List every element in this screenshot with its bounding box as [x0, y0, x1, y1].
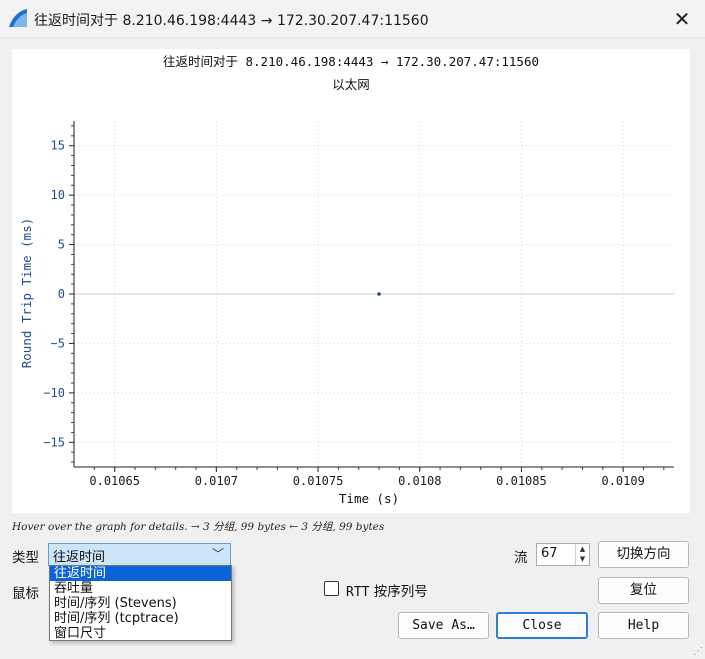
x-tick-label: 0.0108 — [398, 474, 441, 488]
y-tick-label: −5 — [51, 336, 65, 350]
stream-spinbox[interactable]: 67 ▲ ▼ — [536, 543, 590, 566]
grid — [74, 121, 674, 467]
dropdown-option-rtt[interactable]: 往返时间 — [50, 566, 231, 581]
type-label: 类型 — [12, 550, 39, 566]
wireshark-fin-icon — [9, 9, 27, 27]
y-axis-label: Round Trip Time (ms) — [19, 218, 34, 369]
dropdown-option-tcptrace[interactable]: 时间/序列 (tcptrace) — [50, 611, 231, 626]
title-bar: 往返时间对于 8.210.46.198:4443 → 172.30.207.47… — [0, 0, 705, 38]
graph-panel[interactable]: 往返时间对于 8.210.46.198:4443 → 172.30.207.47… — [12, 49, 690, 513]
window-title: 往返时间对于 8.210.46.198:4443 → 172.30.207.47… — [34, 13, 429, 29]
help-button[interactable]: Help — [598, 612, 689, 639]
x-tick-label: 0.01085 — [496, 474, 547, 488]
y-tick-label: 0 — [58, 287, 65, 301]
graph-type-value: 往返时间 — [53, 550, 106, 565]
y-tick-label: 15 — [51, 139, 65, 153]
chart-title: 往返时间对于 8.210.46.198:4443 → 172.30.207.47… — [163, 54, 539, 69]
resize-grip-icon[interactable]: ⋰ — [693, 646, 703, 657]
close-button[interactable]: Close — [496, 612, 588, 639]
hover-hint: Hover over the graph for details. → 3 分组… — [12, 521, 385, 533]
reset-button[interactable]: 复位 — [598, 577, 689, 604]
spin-arrows-icon[interactable]: ▲ ▼ — [575, 544, 589, 565]
stream-value: 67 — [541, 546, 558, 561]
x-tick-label: 0.0107 — [195, 474, 238, 488]
graph-type-select[interactable]: 往返时间 ﹀ — [48, 543, 231, 566]
rtt-by-seq-checkbox[interactable] — [324, 581, 339, 596]
x-axis-label: Time (s) — [339, 491, 399, 506]
y-tick-label: −10 — [43, 386, 65, 400]
dropdown-option-window-size[interactable]: 窗口尺寸 — [50, 626, 231, 641]
axes: −15 −10 −5 0 5 10 15 0.01065 0.0107 0.01075 0.0108… — [43, 121, 674, 488]
x-tick-label: 0.01075 — [293, 474, 344, 488]
dropdown-option-throughput[interactable]: 吞吐量 — [50, 581, 231, 596]
rtt-by-seq-label: RTT 按序列号 — [346, 584, 428, 600]
switch-direction-button[interactable]: 切换方向 — [598, 541, 689, 568]
mouse-label: 鼠标 — [12, 586, 39, 602]
rtt-graph[interactable]: 往返时间对于 8.210.46.198:4443 → 172.30.207.47… — [12, 49, 690, 513]
x-tick-label: 0.0109 — [601, 474, 644, 488]
stream-label: 流 — [514, 550, 528, 566]
y-tick-label: 10 — [51, 188, 65, 202]
chevron-down-icon[interactable]: ﹀ — [212, 545, 224, 562]
data-points — [377, 292, 381, 296]
close-window-button[interactable]: ✕ — [659, 0, 705, 38]
graph-type-dropdown[interactable]: 往返时间 吞吐量 时间/序列 (Stevens) 时间/序列 (tcptrace… — [49, 565, 232, 641]
x-tick-label: 0.01065 — [89, 474, 140, 488]
dropdown-option-stevens[interactable]: 时间/序列 (Stevens) — [50, 596, 231, 611]
y-tick-label: 5 — [58, 238, 65, 252]
chart-subtitle: 以太网 — [332, 77, 370, 92]
rtt-data-point — [377, 292, 381, 296]
y-tick-label: −15 — [43, 435, 65, 449]
save-as-button[interactable]: Save As… — [398, 612, 489, 639]
